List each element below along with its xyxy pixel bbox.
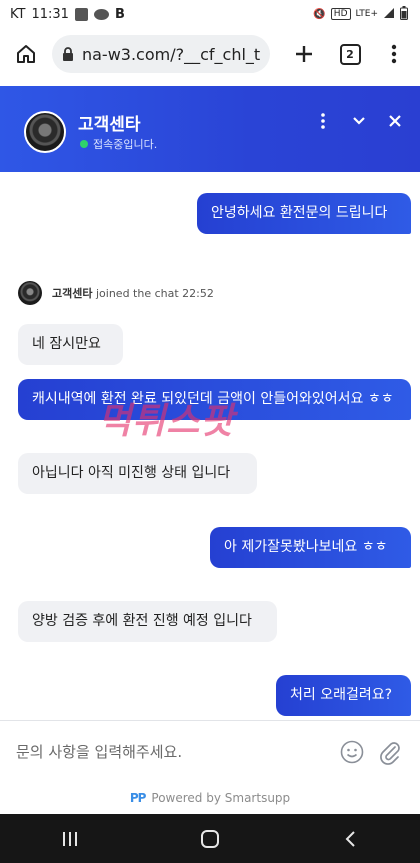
- address-bar[interactable]: na-w3.com/?__cf_chl_t: [52, 35, 270, 73]
- home-nav-button[interactable]: [185, 819, 235, 859]
- close-chat-button[interactable]: [384, 110, 406, 132]
- message-bubble-incoming: 네 잠시만요: [18, 324, 123, 365]
- carrier-label: KT: [10, 6, 26, 22]
- agent-avatar-small: [18, 281, 42, 305]
- talk-icon: [93, 8, 109, 20]
- status-bar: KT 11:31 B 🔇 HD LTE+: [0, 0, 420, 28]
- mute-icon: 🔇: [313, 8, 326, 20]
- close-icon: [389, 115, 401, 127]
- home-button[interactable]: [8, 36, 44, 72]
- message-bubble-incoming: 아닙니다 아직 미진행 상태 입니다: [18, 453, 257, 494]
- message-bubble-outgoing: 처리 오래걸려요?: [276, 675, 411, 716]
- chevron-down-icon: [353, 117, 365, 125]
- message-bubble-outgoing: 아 제가잘못봤나보네요 ㅎㅎ: [210, 527, 411, 568]
- new-tab-button[interactable]: [286, 36, 322, 72]
- tabs-icon: 2: [339, 43, 361, 65]
- powered-by-footer[interactable]: PP Powered by Smartsupp: [0, 782, 420, 814]
- smiley-icon: [340, 740, 364, 763]
- tab-switcher-button[interactable]: 2: [332, 36, 368, 72]
- emoji-button[interactable]: [336, 736, 368, 768]
- hd-label: HD: [330, 8, 351, 20]
- menu-icon: [391, 44, 397, 64]
- clock: 11:31: [31, 6, 69, 22]
- system-nav-bar: [0, 814, 420, 863]
- message-composer: [0, 720, 420, 782]
- minimize-chat-button[interactable]: [348, 110, 370, 132]
- network-label: LTE+: [355, 9, 379, 19]
- gallery-icon: [74, 7, 88, 21]
- battery-icon: [400, 5, 408, 23]
- back-button[interactable]: [325, 819, 375, 859]
- powered-by-text: Powered by Smartsupp: [151, 791, 291, 805]
- message-bubble-outgoing: 캐시내역에 환전 완료 되있던데 금액이 안들어와있어서요 ㅎㅎ: [18, 379, 411, 420]
- recents-icon: [63, 831, 77, 846]
- more-vertical-icon: [321, 113, 325, 129]
- agent-avatar: [24, 111, 66, 153]
- joined-name: 고객센타: [52, 287, 93, 300]
- agent-status-text: 접속중입니다.: [93, 138, 158, 151]
- joined-text: joined the chat 22:52: [95, 287, 214, 300]
- signal-icon: [383, 7, 395, 22]
- home-circle-icon: [201, 829, 219, 848]
- agent-name: 고객센타: [78, 115, 141, 135]
- home-icon: [17, 45, 35, 63]
- blog-icon: B: [114, 6, 125, 22]
- browser-toolbar: na-w3.com/?__cf_chl_t 2: [0, 28, 420, 80]
- paperclip-icon: [380, 741, 400, 765]
- message-bubble-outgoing: 안녕하세요 환전문의 드립니다: [197, 193, 411, 234]
- back-chevron-icon: [345, 830, 355, 847]
- message-input[interactable]: [14, 741, 330, 762]
- plus-icon: [296, 46, 312, 62]
- chat-header: 고객센타 접속중입니다.: [0, 86, 420, 172]
- lock-icon: [62, 46, 73, 61]
- attach-button[interactable]: [374, 736, 406, 768]
- online-dot-icon: [80, 140, 88, 148]
- message-list[interactable]: 안녕하세요 환전문의 드립니다 고객센타 joined the chat 22:…: [0, 172, 420, 720]
- browser-menu-button[interactable]: [376, 36, 412, 72]
- recent-apps-button[interactable]: [45, 819, 95, 859]
- joined-notice: 고객센타 joined the chat 22:52: [18, 281, 214, 305]
- agent-status: 접속중입니다.: [80, 136, 157, 152]
- chat-options-button[interactable]: [312, 110, 334, 132]
- url-text: na-w3.com/?__cf_chl_t: [81, 44, 260, 64]
- message-bubble-incoming: 양방 검증 후에 환전 진행 예정 입니다: [18, 601, 277, 642]
- smartsupp-logo-icon: PP: [129, 791, 147, 805]
